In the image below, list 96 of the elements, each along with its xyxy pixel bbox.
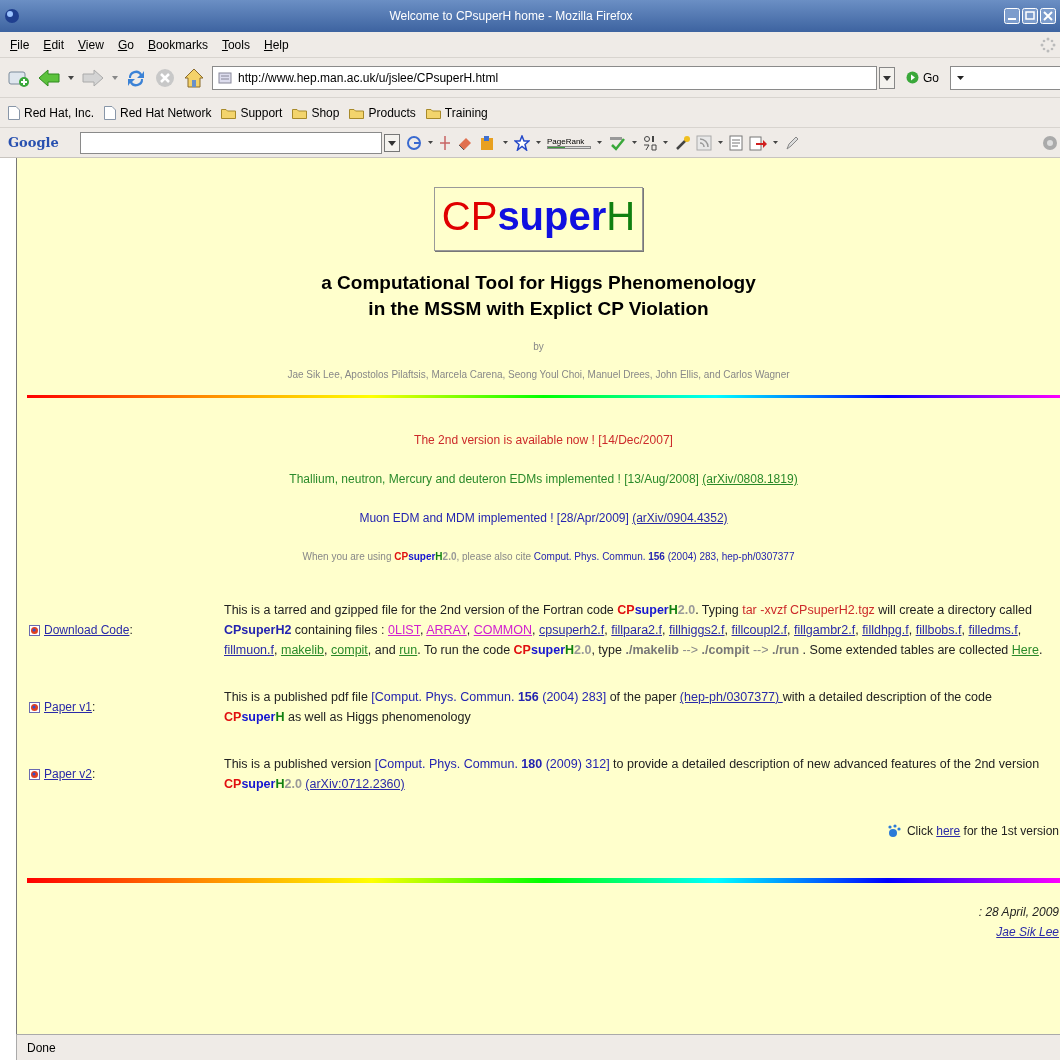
link[interactable]: compit bbox=[331, 643, 368, 657]
folder-icon bbox=[349, 106, 365, 119]
dropdown-arrow-icon[interactable] bbox=[718, 141, 723, 144]
spellcheck-icon[interactable] bbox=[608, 134, 626, 151]
bookmark-item[interactable]: Training bbox=[425, 103, 488, 122]
bookmark-item[interactable]: Shop bbox=[292, 103, 340, 122]
first-version-text: Click here for the 1st version bbox=[906, 823, 1059, 840]
link[interactable]: Here bbox=[1011, 643, 1039, 657]
home-icon[interactable] bbox=[183, 66, 205, 89]
menu-item[interactable]: Edit bbox=[37, 35, 71, 54]
back-arrow-icon[interactable] bbox=[37, 67, 61, 88]
bookmark-item[interactable]: Support bbox=[221, 103, 283, 122]
description-text: This is a published version [Comput. Phys. Commun. 180 (2009) 312] to provide a detailed description of new advanced features of the 2nd version CPsuperH2.0 (arXiv:0712.2360) bbox=[224, 756, 1041, 793]
by-text: by bbox=[532, 340, 545, 354]
page-icon bbox=[8, 105, 20, 120]
description-text: This is a tarred and gzipped file for the 2nd version of the Fortran code CPsuperH2.0. Typing tar -xvzf CPsuperH2.tgz will create a directory called CPsuperH2 containing files : 0LIST, ARRAY, COMMON, cpsuperh2.f, fillpara2.f, fillhiggs2.f, fillcoupl2.f, fillgambr2.f, filldhpg.f, fillbobs.f, filledms.f, fillmuon.f, makelib, compit, and run. To run the code CPsuperH2.0, type ./makelib --> ./compit --> ./run . Some extended tables are collected Here. bbox=[224, 602, 1044, 659]
pagerank-indicator: PageRank bbox=[547, 136, 591, 149]
description-text: This is a published pdf file [Comput. Phys. Commun. 156 (2004) 283] of the paper (hep-ph/0307377) with a detailed description of the code CPsuperH as well as Higgs phenomenology bbox=[224, 689, 993, 726]
link[interactable]: COMMON bbox=[473, 623, 533, 637]
link[interactable]: filledms.f bbox=[968, 623, 1018, 637]
menu-item[interactable]: Bookmarks bbox=[141, 35, 214, 54]
menu-item[interactable]: Go bbox=[111, 35, 140, 54]
dropdown-arrow-icon[interactable] bbox=[773, 141, 778, 144]
dropdown-arrow-icon[interactable] bbox=[428, 141, 433, 144]
news-text: Muon EDM and MDM implemented ! [28/Apr/2009] (arXiv/0904.4352) bbox=[359, 510, 728, 527]
folder-icon bbox=[292, 106, 308, 119]
search-field[interactable] bbox=[950, 65, 1060, 90]
link[interactable]: (hep-ph/0307377) bbox=[679, 690, 783, 704]
search-field[interactable] bbox=[80, 131, 382, 154]
updated-date: : 28 April, 2009 bbox=[978, 904, 1059, 921]
bullet-icon bbox=[29, 624, 40, 636]
dropdown-arrow-icon[interactable] bbox=[663, 141, 668, 144]
feed-icon[interactable] bbox=[696, 134, 712, 151]
close-icon[interactable] bbox=[1040, 8, 1056, 24]
link[interactable]: fillbobs.f bbox=[915, 623, 962, 637]
pencil-icon[interactable] bbox=[784, 134, 800, 151]
page-icon bbox=[104, 105, 117, 120]
search-icon[interactable] bbox=[406, 134, 422, 151]
news-text: The 2nd version is available now ! [14/Dec/2007] bbox=[414, 432, 673, 449]
plus-icon[interactable] bbox=[439, 134, 451, 151]
address-field[interactable]: http://www.hep.man.ac.uk/u/jslee/CPsuperH.html bbox=[212, 65, 877, 90]
bullet-icon bbox=[29, 768, 40, 780]
globe-icon bbox=[4, 8, 20, 24]
dropdown-arrow-icon bbox=[957, 75, 964, 80]
menu-item[interactable]: File bbox=[4, 35, 36, 54]
status-text: Done bbox=[27, 1039, 56, 1057]
dropdown-arrow-icon[interactable] bbox=[597, 141, 602, 144]
link[interactable]: (arXiv:0712.2360) bbox=[305, 777, 405, 791]
window-title: Welcome to CPsuperH home - Mozilla Firefox bbox=[388, 8, 634, 25]
row-label: Download Code: bbox=[44, 622, 133, 639]
citation-text: When you are using CPsuperH2.0, please also cite Comput. Phys. Commun. 156 (2004) 283, hep-ph/0307377 bbox=[301, 550, 795, 564]
link[interactable]: fillpara2.f bbox=[611, 623, 662, 637]
menu-item[interactable]: Tools bbox=[215, 35, 256, 54]
link[interactable]: here bbox=[936, 824, 961, 838]
news-text: Thallium, neutron, Mercury and deuteron EDMs implemented ! [13/Aug/2008] (arXiv/0808.1819) bbox=[289, 471, 798, 488]
dropdown-button-icon[interactable] bbox=[384, 133, 400, 152]
folder-icon bbox=[425, 106, 441, 119]
link[interactable]: (arXiv/0808.1819) bbox=[702, 472, 798, 486]
link[interactable]: filldhpg.f bbox=[862, 623, 909, 637]
authors-text: Jae Sik Lee, Apostolos Pilaftsis, Marcela Carena, Seong Youl Choi, Manuel Drees, John Ellis, and Carlos Wagner bbox=[286, 368, 791, 382]
paw-icon bbox=[886, 824, 903, 838]
dropdown-button-icon[interactable] bbox=[879, 66, 895, 89]
dropdown-arrow-icon[interactable] bbox=[632, 141, 637, 144]
loading-throbber-icon bbox=[1040, 36, 1056, 53]
bookmark-item[interactable]: Red Hat Network bbox=[104, 103, 212, 122]
row-label: Paper v2: bbox=[44, 766, 96, 783]
page-heading: a Computational Tool for Higgs Phenomenology in the MSSM with Explict CP Violation bbox=[320, 271, 757, 321]
highlighter-icon[interactable] bbox=[674, 134, 690, 151]
dropdown-arrow-icon[interactable] bbox=[503, 141, 508, 144]
link[interactable]: (arXiv/0904.4352) bbox=[632, 511, 728, 525]
page-icon bbox=[218, 71, 232, 84]
link[interactable]: fillmuon.f bbox=[224, 643, 275, 657]
bullet-icon bbox=[29, 701, 40, 713]
link[interactable]: fillhiggs2.f bbox=[668, 623, 725, 637]
notepad-icon[interactable] bbox=[729, 134, 743, 151]
folder-icon bbox=[221, 106, 237, 119]
link[interactable]: 0LIST bbox=[388, 623, 420, 637]
export-icon[interactable] bbox=[749, 134, 767, 151]
link[interactable]: ARRAY bbox=[426, 623, 467, 637]
link[interactable]: cpsuperh2.f bbox=[539, 623, 605, 637]
dropdown-arrow-icon[interactable] bbox=[536, 141, 541, 144]
menu-item[interactable]: View bbox=[72, 35, 110, 54]
row-label: Paper v1: bbox=[44, 699, 96, 716]
google-logo: Google bbox=[8, 133, 60, 152]
link[interactable]: fillgambr2.f bbox=[794, 623, 856, 637]
author-link[interactable]: Jae Sik Lee bbox=[996, 922, 1059, 942]
star-icon[interactable] bbox=[514, 134, 530, 151]
dropdown-arrow-icon[interactable] bbox=[68, 75, 74, 80]
link[interactable]: fillcoupl2.f bbox=[731, 623, 788, 637]
maximize-icon[interactable] bbox=[1022, 8, 1038, 24]
bookmark-item[interactable]: Products bbox=[349, 103, 416, 122]
bookmark-item[interactable]: Red Hat, Inc. bbox=[8, 103, 95, 122]
go-button[interactable]: Go bbox=[902, 68, 943, 87]
minimize-icon[interactable] bbox=[1004, 8, 1020, 24]
menu-item[interactable]: Help bbox=[257, 35, 295, 54]
site-logo: CPsuperH bbox=[433, 187, 644, 251]
